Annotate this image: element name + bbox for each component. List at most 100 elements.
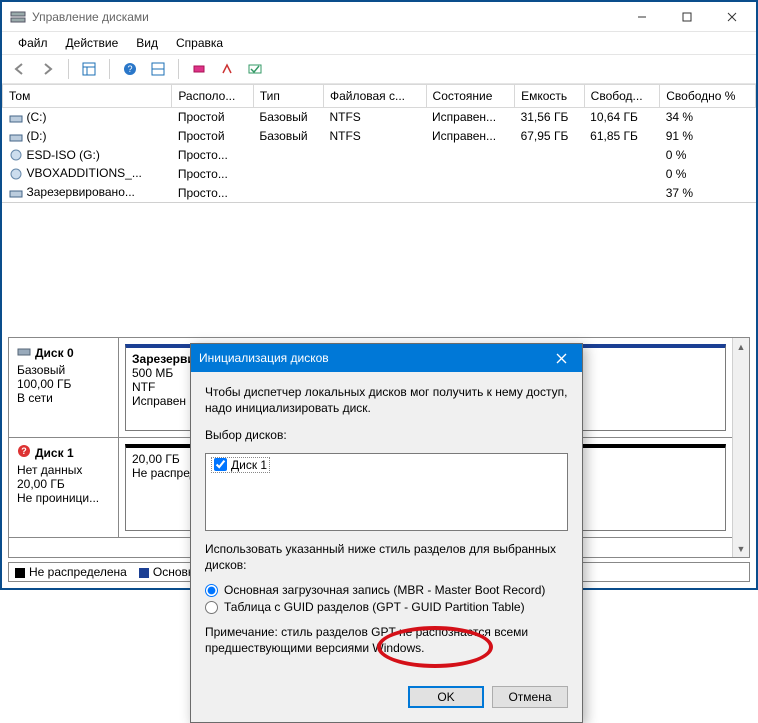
window-title: Управление дисками [32, 10, 619, 24]
partition-state: Исправен ( [132, 394, 193, 408]
layout-button[interactable] [77, 57, 101, 81]
table-cell: (D:) [3, 127, 172, 146]
table-row[interactable]: VBOXADDITIONS_...Просто...0 % [3, 164, 756, 183]
table-cell: 0 % [660, 164, 756, 183]
scrollbar-vertical[interactable]: ▲ ▼ [732, 338, 749, 557]
maximize-button[interactable] [664, 3, 709, 31]
ok-button[interactable]: OK [408, 686, 484, 708]
disk-info[interactable]: Диск 0Базовый100,00 ГБВ сети [9, 338, 119, 437]
table-row[interactable]: (C:)ПростойБазовыйNTFSИсправен...31,56 Г… [3, 108, 756, 127]
disk-type: Базовый [17, 363, 110, 377]
column-header[interactable]: Свободно % [660, 85, 756, 108]
select-label: Выбор дисков: [205, 427, 568, 443]
partition-name: Зарезерви [132, 352, 195, 366]
column-header[interactable]: Том [3, 85, 172, 108]
disk-type: Нет данных [17, 463, 110, 477]
forward-button[interactable] [36, 57, 60, 81]
column-header[interactable]: Состояние [426, 85, 515, 108]
table-cell: Исправен... [426, 108, 515, 127]
help-button[interactable]: ? [118, 57, 142, 81]
volume-icon [9, 111, 23, 125]
svg-text:?: ? [21, 446, 27, 456]
column-header[interactable]: Тип [253, 85, 323, 108]
volume-icon [9, 130, 23, 144]
table-cell: ESD-ISO (G:) [3, 146, 172, 165]
table-cell [323, 183, 426, 202]
legend-swatch [139, 568, 149, 578]
table-cell [515, 146, 585, 165]
table-cell: VBOXADDITIONS_... [3, 164, 172, 183]
disk-icon: ? [17, 444, 31, 461]
titlebar: Управление дисками [2, 2, 756, 32]
disk-select-list[interactable]: Диск 1 [205, 453, 568, 531]
tool-button-3[interactable] [243, 57, 267, 81]
column-header[interactable]: Располо... [172, 85, 254, 108]
partition-size: 500 МБ NTF [132, 366, 173, 394]
table-row[interactable]: ESD-ISO (G:)Просто...0 % [3, 146, 756, 165]
table-cell: 91 % [660, 127, 756, 146]
scroll-up-icon[interactable]: ▲ [733, 338, 750, 355]
table-cell: 34 % [660, 108, 756, 127]
table-row[interactable]: Зарезервировано...Просто...37 % [3, 183, 756, 202]
table-cell: Базовый [253, 108, 323, 127]
table-row[interactable]: (D:)ПростойБазовыйNTFSИсправен...67,95 Г… [3, 127, 756, 146]
table-cell: Простой [172, 127, 254, 146]
table-cell: Зарезервировано... [3, 183, 172, 202]
back-button[interactable] [8, 57, 32, 81]
disk-info[interactable]: ? Диск 1 Нет данных20,00 ГБНе проиници... [9, 438, 119, 537]
dialog-note: Примечание: стиль разделов GPT не распоз… [205, 624, 568, 656]
dialog-intro: Чтобы диспетчер локальных дисков мог пол… [205, 384, 568, 416]
table-cell [515, 183, 585, 202]
tool-button-2[interactable] [215, 57, 239, 81]
close-button[interactable] [709, 3, 754, 31]
partition-size: 20,00 ГБ [132, 452, 180, 466]
menu-action[interactable]: Действие [58, 34, 127, 52]
gpt-option[interactable]: Таблица с GUID разделов (GPT - GUID Part… [205, 600, 568, 614]
table-cell [426, 164, 515, 183]
disk-title: Диск 1 [35, 446, 74, 460]
table-cell [584, 183, 660, 202]
table-cell: Простой [172, 108, 254, 127]
tool-button-1[interactable] [187, 57, 211, 81]
table-cell: Просто... [172, 183, 254, 202]
disk-size: 20,00 ГБ [17, 477, 110, 491]
table-cell: NTFS [323, 108, 426, 127]
disk-icon [17, 344, 31, 361]
table-cell: 61,85 ГБ [584, 127, 660, 146]
minimize-button[interactable] [619, 3, 664, 31]
column-header[interactable]: Свобод... [584, 85, 660, 108]
gpt-label: Таблица с GUID разделов (GPT - GUID Part… [224, 600, 525, 614]
disk-title: Диск 0 [35, 346, 74, 360]
menu-file[interactable]: Файл [10, 34, 56, 52]
gpt-radio[interactable] [205, 601, 218, 614]
table-cell [584, 146, 660, 165]
column-header[interactable]: Файловая с... [323, 85, 426, 108]
volume-icon [9, 167, 23, 181]
dialog-titlebar[interactable]: Инициализация дисков [191, 344, 582, 372]
mbr-label: Основная загрузочная запись (MBR - Maste… [224, 583, 545, 597]
dialog-close-button[interactable] [540, 344, 582, 372]
mbr-radio[interactable] [205, 584, 218, 597]
init-disk-dialog: Инициализация дисков Чтобы диспетчер лок… [190, 343, 583, 723]
table-cell [584, 164, 660, 183]
disk-option-1[interactable]: Диск 1 [211, 457, 270, 473]
table-cell: 67,95 ГБ [515, 127, 585, 146]
menu-view[interactable]: Вид [128, 34, 166, 52]
mbr-option[interactable]: Основная загрузочная запись (MBR - Maste… [205, 583, 568, 597]
menu-help[interactable]: Справка [168, 34, 231, 52]
cancel-button[interactable]: Отмена [492, 686, 568, 708]
table-cell [323, 146, 426, 165]
column-header[interactable]: Емкость [515, 85, 585, 108]
disk-checkbox-1[interactable] [214, 458, 227, 471]
table-cell [426, 183, 515, 202]
style-label: Использовать указанный ниже стиль раздел… [205, 541, 568, 573]
settings-button[interactable] [146, 57, 170, 81]
table-cell [253, 146, 323, 165]
volume-icon [9, 148, 23, 162]
disk-size: 100,00 ГБ [17, 377, 110, 391]
toolbar: ? [2, 54, 756, 84]
table-cell: 0 % [660, 146, 756, 165]
table-cell: (C:) [3, 108, 172, 127]
disk-status: Не проиници... [17, 491, 110, 505]
scroll-down-icon[interactable]: ▼ [733, 540, 750, 557]
